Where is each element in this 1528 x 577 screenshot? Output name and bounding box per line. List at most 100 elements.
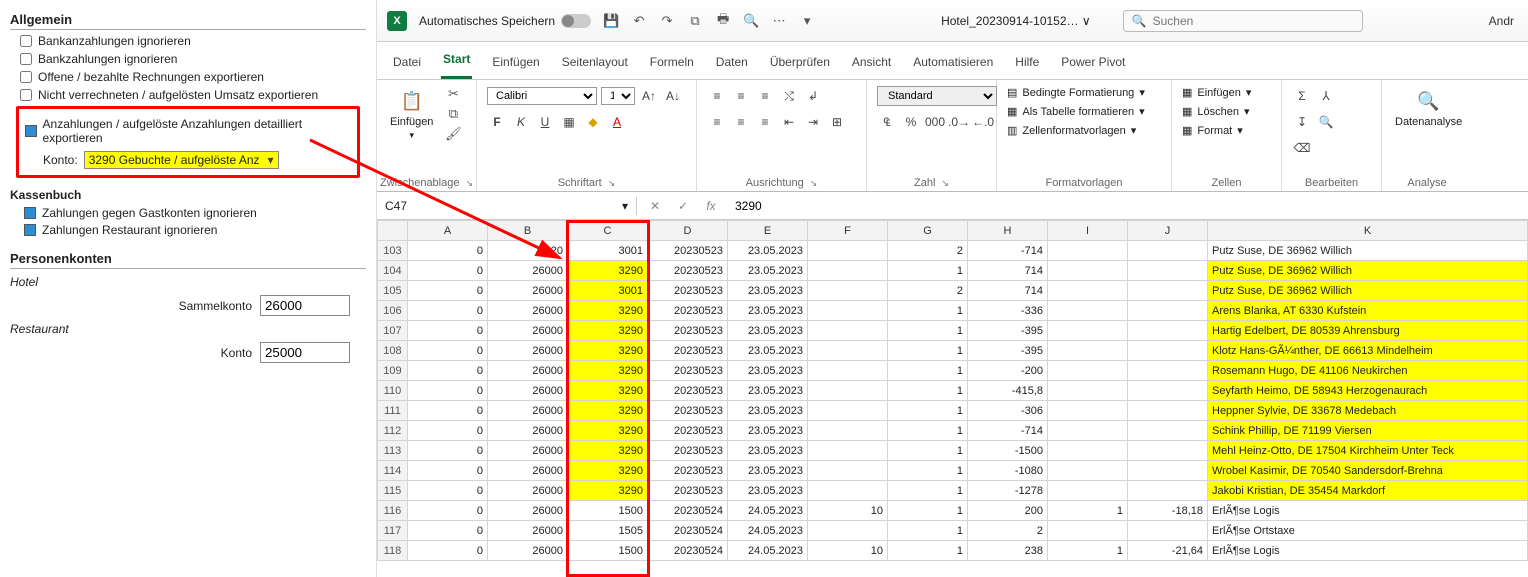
- cond-format-button[interactable]: ▤Bedingte Formatierung ▾: [1007, 86, 1145, 99]
- cell[interactable]: 3001: [568, 241, 648, 261]
- autosum-icon[interactable]: Σ: [1292, 86, 1312, 106]
- cell[interactable]: -200: [968, 361, 1048, 381]
- cell[interactable]: [808, 241, 888, 261]
- cell[interactable]: [808, 461, 888, 481]
- cell[interactable]: [1128, 301, 1208, 321]
- cell[interactable]: 0: [408, 321, 488, 341]
- col-header-F[interactable]: F: [808, 221, 888, 241]
- cell[interactable]: 1: [1048, 541, 1128, 561]
- cell[interactable]: [1128, 421, 1208, 441]
- cell[interactable]: [1128, 321, 1208, 341]
- cell[interactable]: 2: [888, 281, 968, 301]
- table-row[interactable]: 11002600032902023052323.05.20231-415,8Se…: [378, 381, 1528, 401]
- cell[interactable]: [1048, 321, 1128, 341]
- filename[interactable]: Hotel_20230914-10152… ∨: [941, 14, 1091, 28]
- cell[interactable]: 26000: [488, 361, 568, 381]
- table-row[interactable]: 11502600032902023052323.05.20231-1278Jak…: [378, 481, 1528, 501]
- cell[interactable]: 26000: [488, 501, 568, 521]
- cell[interactable]: [808, 341, 888, 361]
- row-header[interactable]: 107: [378, 321, 408, 341]
- find-icon[interactable]: 🔍: [1316, 112, 1336, 132]
- italic-icon[interactable]: K: [511, 112, 531, 132]
- cell[interactable]: 3290: [568, 301, 648, 321]
- table-row[interactable]: 11802600015002023052424.05.20231012381-2…: [378, 541, 1528, 561]
- cell[interactable]: Schink Phillip, DE 71199 Viersen: [1208, 421, 1528, 441]
- col-header-I[interactable]: I: [1048, 221, 1128, 241]
- cell[interactable]: [1048, 381, 1128, 401]
- cell[interactable]: 1: [888, 481, 968, 501]
- cell[interactable]: 20230524: [648, 501, 728, 521]
- cell[interactable]: 20230524: [648, 541, 728, 561]
- touch-icon[interactable]: ⧉: [687, 13, 703, 29]
- cell[interactable]: 3290: [568, 361, 648, 381]
- checkbox-icon[interactable]: [24, 224, 36, 236]
- cell[interactable]: [1048, 401, 1128, 421]
- cell[interactable]: 26000: [488, 441, 568, 461]
- cell[interactable]: 3290: [568, 401, 648, 421]
- cell[interactable]: 0: [408, 461, 488, 481]
- restaurant-konto-input[interactable]: [260, 342, 350, 363]
- insert-cells-button[interactable]: ▦Einfügen ▾: [1182, 86, 1251, 99]
- cell[interactable]: 0: [408, 241, 488, 261]
- col-header-G[interactable]: G: [888, 221, 968, 241]
- cell[interactable]: 26000: [488, 461, 568, 481]
- search-qat-icon[interactable]: 🔍: [743, 13, 759, 29]
- cell[interactable]: 10: [808, 501, 888, 521]
- cell[interactable]: [1048, 301, 1128, 321]
- paste-button[interactable]: 📋 Einfügen ▾: [387, 86, 436, 143]
- cell[interactable]: 3290: [568, 261, 648, 281]
- font-name-select[interactable]: Calibri: [487, 87, 597, 105]
- cell[interactable]: 1500: [568, 501, 648, 521]
- cell[interactable]: 26000: [488, 341, 568, 361]
- cell[interactable]: [1128, 281, 1208, 301]
- percent-icon[interactable]: %: [901, 112, 921, 132]
- row-header[interactable]: 118: [378, 541, 408, 561]
- format-table-button[interactable]: ▦Als Tabelle formatieren ▾: [1007, 105, 1145, 118]
- cell[interactable]: 0: [408, 341, 488, 361]
- align-top-icon[interactable]: ≡: [707, 86, 727, 106]
- thousands-icon[interactable]: 000: [925, 112, 945, 132]
- cell[interactable]: 20230523: [648, 261, 728, 281]
- autosave-toggle[interactable]: [561, 14, 591, 28]
- search-input[interactable]: [1153, 14, 1354, 28]
- cell[interactable]: [808, 441, 888, 461]
- tab-automatisieren[interactable]: Automatisieren: [911, 49, 995, 79]
- cell[interactable]: [1128, 401, 1208, 421]
- cell[interactable]: -714: [968, 421, 1048, 441]
- formula-input[interactable]: [729, 197, 1029, 215]
- cell[interactable]: 20230523: [648, 461, 728, 481]
- cell[interactable]: 23.05.2023: [728, 321, 808, 341]
- cell[interactable]: 26000: [488, 521, 568, 541]
- cell[interactable]: 1505: [568, 521, 648, 541]
- cell[interactable]: 23.05.2023: [728, 361, 808, 381]
- col-header-D[interactable]: D: [648, 221, 728, 241]
- cell[interactable]: [1048, 281, 1128, 301]
- cell[interactable]: 3290: [568, 481, 648, 501]
- cell[interactable]: Hartig Edelbert, DE 80539 Ahrensburg: [1208, 321, 1528, 341]
- cell[interactable]: -336: [968, 301, 1048, 321]
- cell[interactable]: -395: [968, 341, 1048, 361]
- cell[interactable]: 714: [968, 261, 1048, 281]
- cell[interactable]: [808, 481, 888, 501]
- dec-inc-icon[interactable]: .0→: [949, 112, 969, 132]
- checkbox-icon[interactable]: [25, 125, 37, 137]
- cell[interactable]: 1: [888, 441, 968, 461]
- col-header-C[interactable]: C: [568, 221, 648, 241]
- cell[interactable]: 3290: [568, 421, 648, 441]
- table-row[interactable]: 10602600032902023052323.05.20231-336Aren…: [378, 301, 1528, 321]
- cell[interactable]: 3290: [568, 461, 648, 481]
- table-row[interactable]: 10802600032902023052323.05.20231-395Klot…: [378, 341, 1528, 361]
- orientation-icon[interactable]: ⤭: [779, 86, 799, 106]
- cell[interactable]: 20: [488, 241, 568, 261]
- format-cells-button[interactable]: ▦Format ▾: [1182, 124, 1243, 137]
- cell[interactable]: 1: [888, 381, 968, 401]
- cell[interactable]: 20230523: [648, 401, 728, 421]
- underline-icon[interactable]: U: [535, 112, 555, 132]
- tab-daten[interactable]: Daten: [714, 49, 750, 79]
- cell[interactable]: 1: [888, 361, 968, 381]
- align-left-icon[interactable]: ≡: [707, 112, 727, 132]
- border-icon[interactable]: ▦: [559, 112, 579, 132]
- cell[interactable]: 26000: [488, 281, 568, 301]
- cell[interactable]: 0: [408, 361, 488, 381]
- cell[interactable]: [1128, 341, 1208, 361]
